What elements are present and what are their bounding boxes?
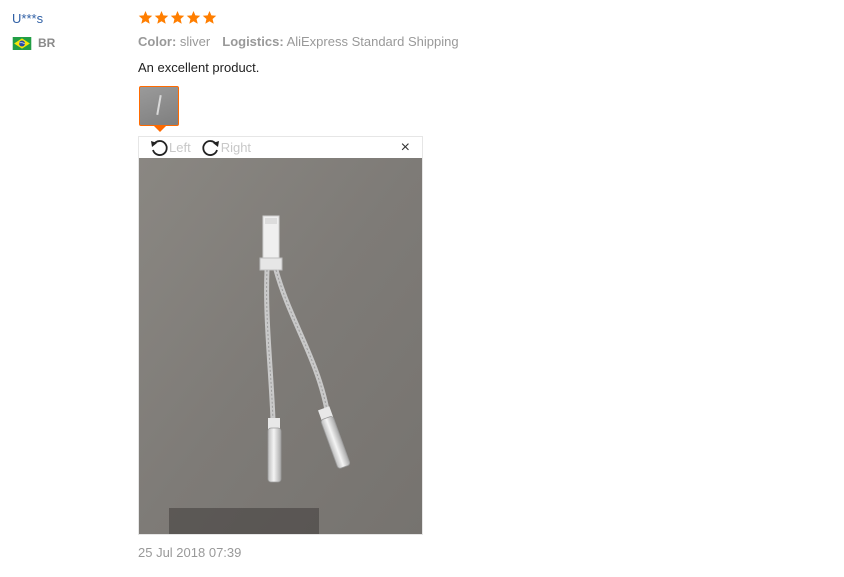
star-icon xyxy=(154,10,169,24)
review-date: 25 Jul 2018 07:39 xyxy=(138,545,242,560)
reviewer-country: BR xyxy=(12,36,122,50)
review-photo xyxy=(139,158,422,534)
rotate-left-label: Left xyxy=(169,140,191,155)
logistics-label: Logistics: xyxy=(222,34,284,49)
color-value: sliver xyxy=(179,34,211,49)
adapter-cable-photo xyxy=(139,158,422,534)
reviewer-info: U***s BR xyxy=(12,10,122,50)
logistics-value: AliExpress Standard Shipping xyxy=(286,34,459,49)
color-label: Color: xyxy=(138,34,177,49)
review-meta: Color: sliver Logistics: AliExpress Stan… xyxy=(138,34,738,50)
review-photo-thumbnail[interactable] xyxy=(139,86,179,132)
photo-viewer-toolbar: Left Right × xyxy=(139,137,422,158)
star-icon xyxy=(138,10,153,24)
brazil-flag-icon xyxy=(12,36,32,50)
reviewer-name: U***s xyxy=(12,11,44,26)
rotate-right-label: Right xyxy=(220,140,252,155)
close-icon[interactable]: × xyxy=(401,140,410,156)
logistics-info: Logistics: AliExpress Standard Shipping xyxy=(222,34,458,50)
rotate-left-icon xyxy=(151,139,168,156)
rotate-left-button[interactable]: Left xyxy=(149,138,191,158)
star-icon xyxy=(186,10,201,24)
thumbnail-pointer xyxy=(154,126,166,132)
photo-viewer: Left Right × xyxy=(138,136,423,535)
star-rating xyxy=(138,10,738,28)
country-code: BR xyxy=(38,36,56,50)
star-icon xyxy=(202,10,217,24)
review-body: Color: sliver Logistics: AliExpress Stan… xyxy=(138,10,738,76)
color-info: Color: sliver xyxy=(138,34,210,50)
review-text: An excellent product. xyxy=(138,60,260,75)
thumbnail-image[interactable] xyxy=(139,86,179,126)
rotate-right-button[interactable]: Right xyxy=(201,138,251,158)
star-icon xyxy=(170,10,185,24)
rotate-right-icon xyxy=(202,139,219,156)
